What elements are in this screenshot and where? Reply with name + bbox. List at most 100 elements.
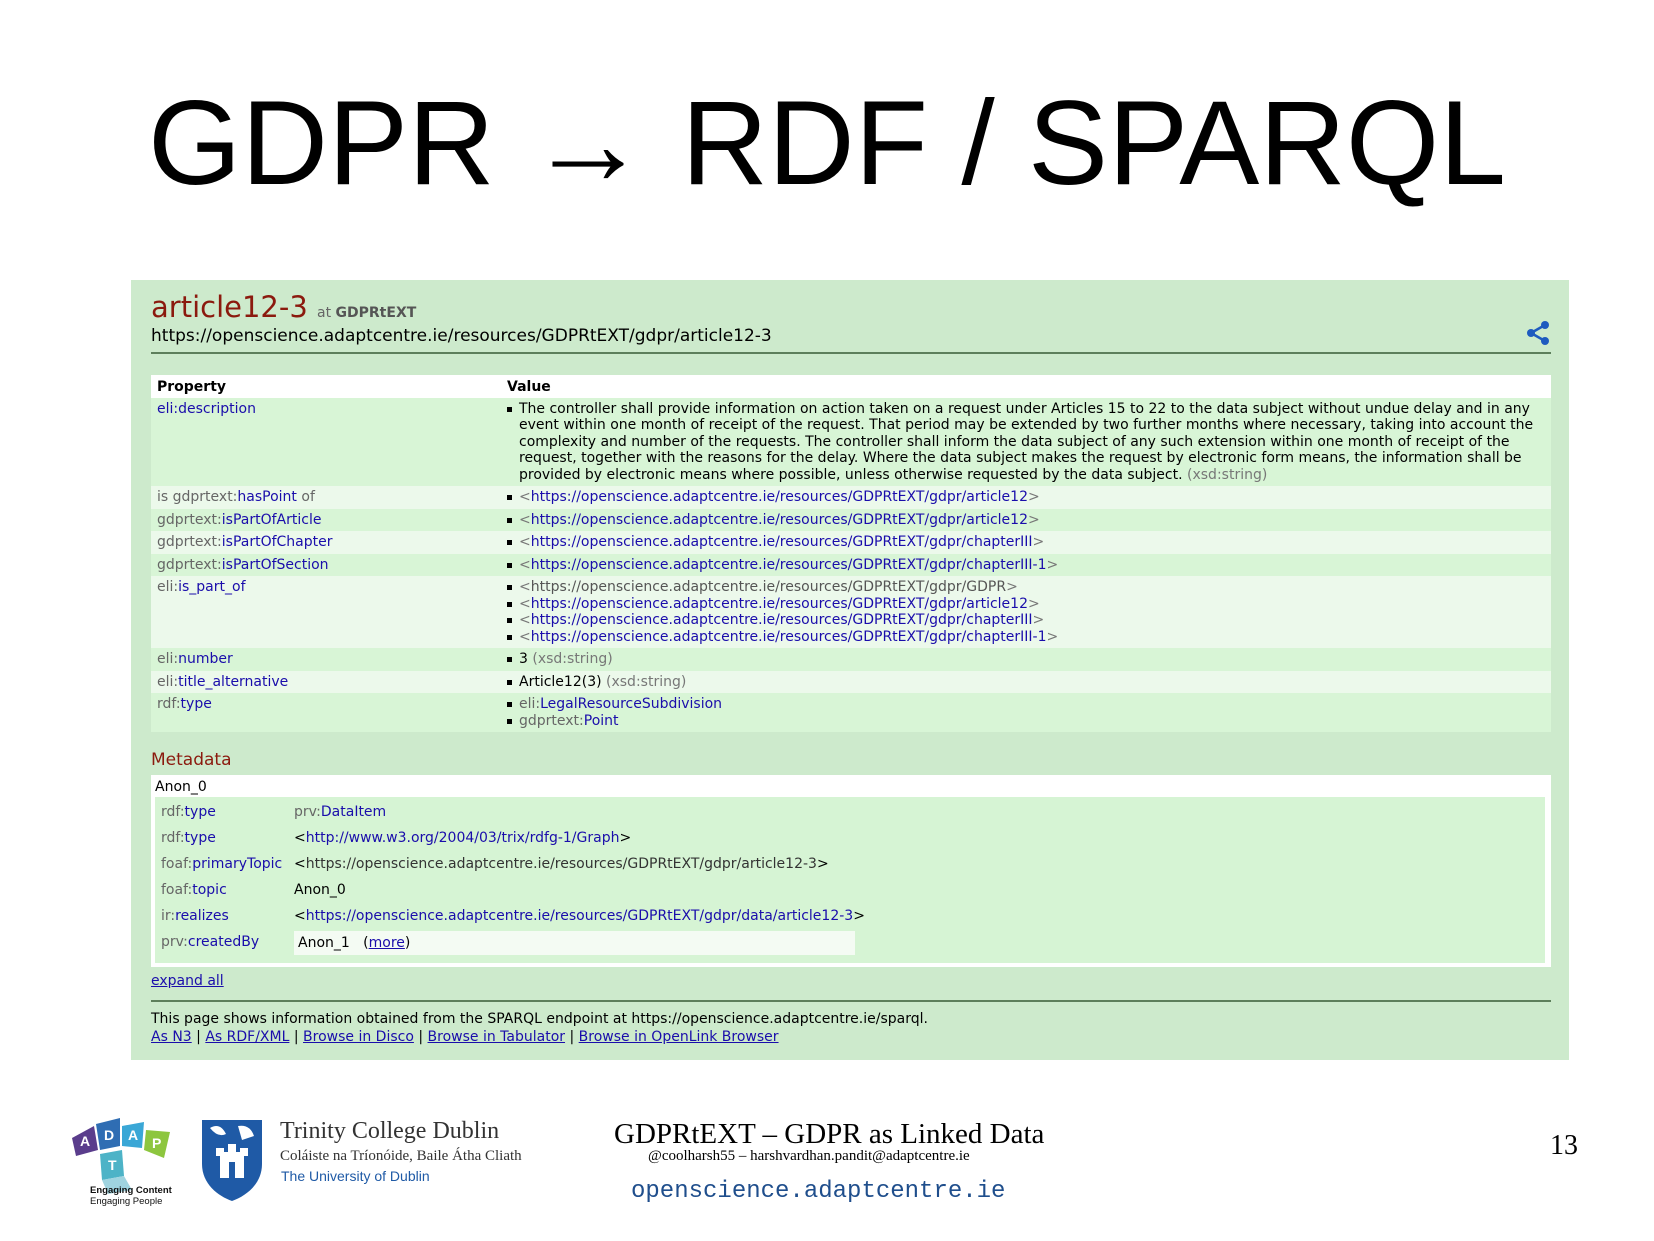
- list-item: <https://openscience.adaptcentre.ie/reso…: [507, 579, 1545, 596]
- metadata-value[interactable]: https://openscience.adaptcentre.ie/resou…: [306, 856, 817, 872]
- value-link[interactable]: eli:LegalResourceSubdivision: [519, 696, 722, 712]
- value-link[interactable]: gdprtext:Point: [519, 713, 619, 729]
- as-n3-link[interactable]: As N3: [151, 1029, 192, 1045]
- divider: [151, 1000, 1551, 1002]
- property-cell: eli:number: [151, 648, 501, 671]
- value-link[interactable]: https://openscience.adaptcentre.ie/resou…: [531, 629, 1047, 645]
- value-cell: <https://openscience.adaptcentre.ie/reso…: [501, 531, 1551, 554]
- more-link[interactable]: more: [369, 935, 405, 951]
- list-item: eli:LegalResourceSubdivision: [507, 696, 1545, 713]
- metadata-list: rdf:type prv:DataItem rdf:type <http://w…: [155, 797, 1545, 963]
- metadata-key[interactable]: foaf:topic: [161, 882, 227, 898]
- metadata-key[interactable]: rdf:type: [161, 804, 216, 820]
- resource-uri: https://openscience.adaptcentre.ie/resou…: [151, 326, 772, 346]
- value-cell: <https://openscience.adaptcentre.ie/reso…: [501, 508, 1551, 531]
- slide-title: GDPR → RDF / SPARQL: [148, 76, 1506, 210]
- metadata-heading: Metadata: [151, 750, 232, 770]
- as-rdfxml-link[interactable]: As RDF/XML: [205, 1029, 289, 1045]
- adapt-letter: A: [128, 1127, 138, 1143]
- property-link[interactable]: gdprtext:isPartOfArticle: [157, 512, 321, 528]
- value-link[interactable]: https://openscience.adaptcentre.ie/resou…: [531, 596, 1028, 612]
- metadata-key[interactable]: ir:realizes: [161, 908, 229, 924]
- page-footer: This page shows information obtained fro…: [151, 1010, 928, 1046]
- footer-note: This page shows information obtained fro…: [151, 1011, 928, 1027]
- value-cell: <https://openscience.adaptcentre.ie/reso…: [501, 486, 1551, 509]
- tcd-crest-icon: [202, 1120, 262, 1201]
- table-row: rdf:type eli:LegalResourceSubdivision gd…: [151, 693, 1551, 732]
- property-link[interactable]: hasPoint: [237, 489, 297, 505]
- metadata-key[interactable]: prv:createdBy: [161, 934, 259, 950]
- property-link[interactable]: eli:title_alternative: [157, 674, 288, 690]
- metadata-value[interactable]: https://openscience.adaptcentre.ie/resou…: [306, 908, 853, 924]
- metadata-key[interactable]: foaf:primaryTopic: [161, 856, 282, 872]
- share-icon[interactable]: [1525, 320, 1551, 346]
- list-item: Article12(3) (xsd:string): [507, 674, 1545, 691]
- browse-disco-link[interactable]: Browse in Disco: [303, 1029, 414, 1045]
- divider: [151, 352, 1551, 354]
- value-cell: 3 (xsd:string): [501, 648, 1551, 671]
- value-cell: eli:LegalResourceSubdivision gdprtext:Po…: [501, 693, 1551, 732]
- value-link[interactable]: https://openscience.adaptcentre.ie/resou…: [531, 557, 1047, 573]
- table-row: gdprtext:isPartOfArticle <https://opensc…: [151, 508, 1551, 531]
- created-by-value: Anon_1 (more): [294, 931, 855, 955]
- property-link[interactable]: rdf:type: [157, 696, 212, 712]
- value-link[interactable]: https://openscience.adaptcentre.ie/resou…: [531, 489, 1028, 505]
- list-item: gdprtext:Point: [507, 713, 1545, 730]
- property-cell: gdprtext:isPartOfArticle: [151, 508, 501, 531]
- list-item: <https://openscience.adaptcentre.ie/reso…: [507, 512, 1545, 529]
- property-cell: is gdprtext:hasPoint of: [151, 486, 501, 509]
- header-value: Value: [501, 375, 1551, 398]
- resource-page: article12-3 at GDPRtEXT https://openscie…: [131, 280, 1569, 1060]
- header-property: Property: [151, 375, 501, 398]
- property-cell: eli:is_part_of: [151, 576, 501, 648]
- metadata-node: Anon_0: [155, 779, 207, 795]
- list-item: 3 (xsd:string): [507, 651, 1545, 668]
- value-link[interactable]: https://openscience.adaptcentre.ie/resou…: [531, 512, 1028, 528]
- tcd-university: The University of Dublin: [281, 1168, 430, 1184]
- metadata-value[interactable]: http://www.w3.org/2004/03/trix/rdfg-1/Gr…: [306, 830, 620, 846]
- property-link[interactable]: gdprtext:isPartOfChapter: [157, 534, 333, 550]
- adapt-letter: T: [108, 1157, 117, 1173]
- metadata-key[interactable]: rdf:type: [161, 830, 216, 846]
- value-link[interactable]: https://openscience.adaptcentre.ie/resou…: [531, 612, 1033, 628]
- property-cell: rdf:type: [151, 693, 501, 732]
- property-cell: gdprtext:isPartOfSection: [151, 553, 501, 576]
- property-link[interactable]: eli:is_part_of: [157, 579, 246, 595]
- metadata-value: Anon_0: [294, 882, 346, 898]
- property-cell: gdprtext:isPartOfChapter: [151, 531, 501, 554]
- table-row: eli:is_part_of <https://openscience.adap…: [151, 576, 1551, 648]
- property-link[interactable]: gdprtext:isPartOfSection: [157, 557, 329, 573]
- expand-all-link[interactable]: expand all: [151, 973, 224, 989]
- table-header: Property Value: [151, 375, 1551, 398]
- page-number: 13: [1550, 1130, 1578, 1161]
- property-cell: eli:description: [151, 397, 501, 486]
- table-row: eli:description The controller shall pro…: [151, 397, 1551, 486]
- table-row: gdprtext:isPartOfSection <https://opensc…: [151, 553, 1551, 576]
- metadata-box: Anon_0 rdf:type prv:DataItem rdf:type <h…: [151, 775, 1551, 967]
- metadata-row: prv:createdBy Anon_1 (more): [161, 931, 881, 955]
- table-row: gdprtext:isPartOfChapter <https://opensc…: [151, 531, 1551, 554]
- adapt-tagline: Engaging Content Engaging People: [90, 1185, 172, 1207]
- footer-title: GDPRtEXT – GDPR as Linked Data: [614, 1118, 1045, 1150]
- value-link[interactable]: https://openscience.adaptcentre.ie/resou…: [531, 579, 1006, 595]
- metadata-value[interactable]: prv:DataItem: [294, 804, 386, 820]
- table-row: eli:number 3 (xsd:string): [151, 648, 1551, 671]
- value-link[interactable]: https://openscience.adaptcentre.ie/resou…: [531, 534, 1033, 550]
- list-item: <https://openscience.adaptcentre.ie/reso…: [507, 612, 1545, 629]
- resource-name: article12-3: [151, 290, 308, 324]
- footer-links: As N3 | As RDF/XML | Browse in Disco | B…: [151, 1029, 779, 1045]
- resource-title: article12-3 at GDPRtEXT: [151, 290, 416, 324]
- list-item: <https://openscience.adaptcentre.ie/reso…: [507, 557, 1545, 574]
- property-table: Property Value eli:description The contr…: [151, 375, 1551, 732]
- list-item: <https://openscience.adaptcentre.ie/reso…: [507, 596, 1545, 613]
- property-link[interactable]: eli:description: [157, 401, 256, 417]
- browse-openlink-link[interactable]: Browse in OpenLink Browser: [579, 1029, 779, 1045]
- table-row: is gdprtext:hasPoint of <https://opensci…: [151, 486, 1551, 509]
- property-link[interactable]: eli:number: [157, 651, 233, 667]
- list-item: <https://openscience.adaptcentre.ie/reso…: [507, 489, 1545, 506]
- value-cell: <https://openscience.adaptcentre.ie/reso…: [501, 576, 1551, 648]
- browse-tabulator-link[interactable]: Browse in Tabulator: [428, 1029, 566, 1045]
- property-cell: eli:title_alternative: [151, 670, 501, 693]
- value-cell: The controller shall provide information…: [501, 397, 1551, 486]
- dataset-label: at GDPRtEXT: [317, 305, 417, 321]
